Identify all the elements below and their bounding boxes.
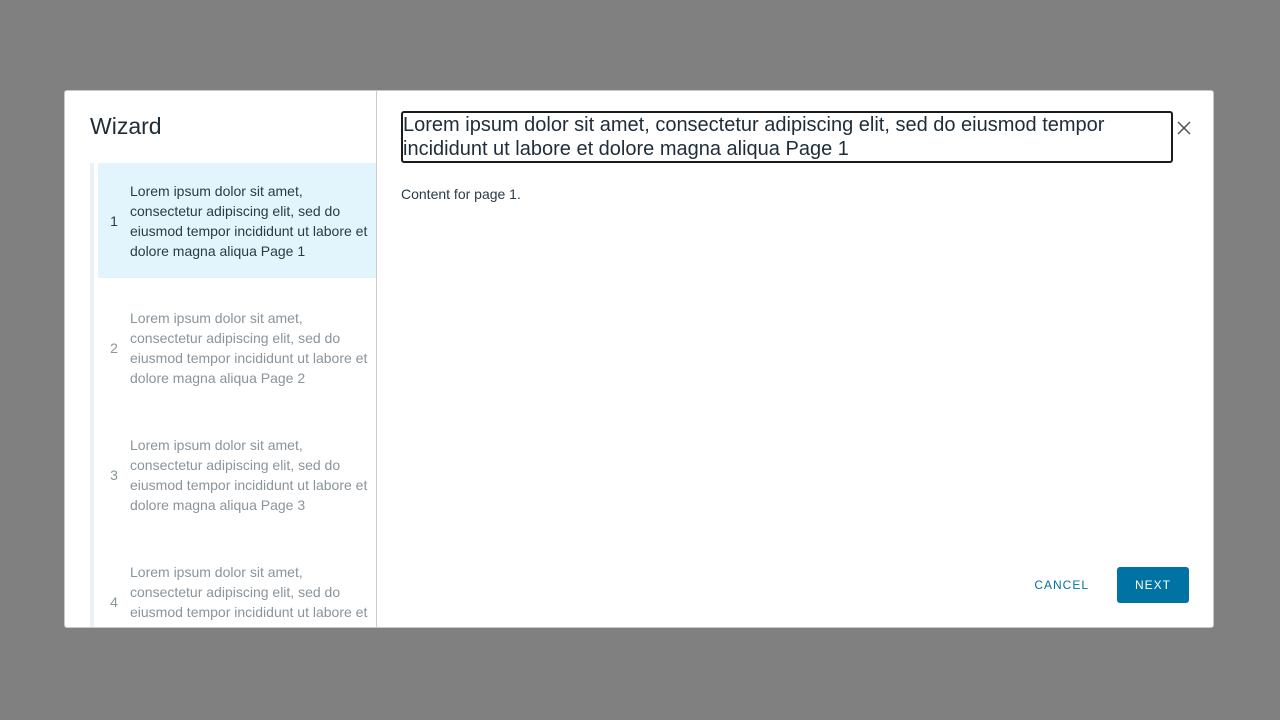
wizard-stepnav: Wizard 1 Lorem ipsum dolor sit amet, con… (65, 91, 377, 627)
step-label: Lorem ipsum dolor sit amet, consectetur … (130, 309, 368, 386)
step-item-1[interactable]: 1 Lorem ipsum dolor sit amet, consectetu… (98, 163, 376, 278)
next-button[interactable]: NEXT (1117, 567, 1189, 603)
step-list: 1 Lorem ipsum dolor sit amet, consectetu… (90, 163, 376, 627)
wizard-main: Lorem ipsum dolor sit amet, consectetur … (377, 91, 1213, 627)
step-number: 3 (110, 466, 118, 483)
wizard-title: Wizard (90, 113, 162, 139)
page-content: Content for page 1. (401, 186, 521, 202)
step-number: 2 (110, 339, 118, 356)
wizard-modal: Wizard 1 Lorem ipsum dolor sit amet, con… (64, 90, 1214, 628)
cancel-button[interactable]: CANCEL (1018, 567, 1105, 603)
step-item-4[interactable]: 4 Lorem ipsum dolor sit amet, consectetu… (98, 544, 376, 628)
page-title: Lorem ipsum dolor sit amet, consectetur … (401, 111, 1173, 163)
step-item-3[interactable]: 3 Lorem ipsum dolor sit amet, consectetu… (98, 417, 376, 532)
step-item-2[interactable]: 2 Lorem ipsum dolor sit amet, consectetu… (98, 290, 376, 405)
step-label: Lorem ipsum dolor sit amet, consectetur … (130, 436, 368, 513)
close-icon (1177, 121, 1191, 135)
step-label: Lorem ipsum dolor sit amet, consectetur … (130, 563, 368, 628)
wizard-footer: CANCEL NEXT (1018, 567, 1189, 603)
step-number: 1 (110, 212, 118, 229)
step-label: Lorem ipsum dolor sit amet, consectetur … (130, 182, 368, 259)
step-number: 4 (110, 593, 118, 610)
close-button[interactable] (1173, 117, 1195, 139)
